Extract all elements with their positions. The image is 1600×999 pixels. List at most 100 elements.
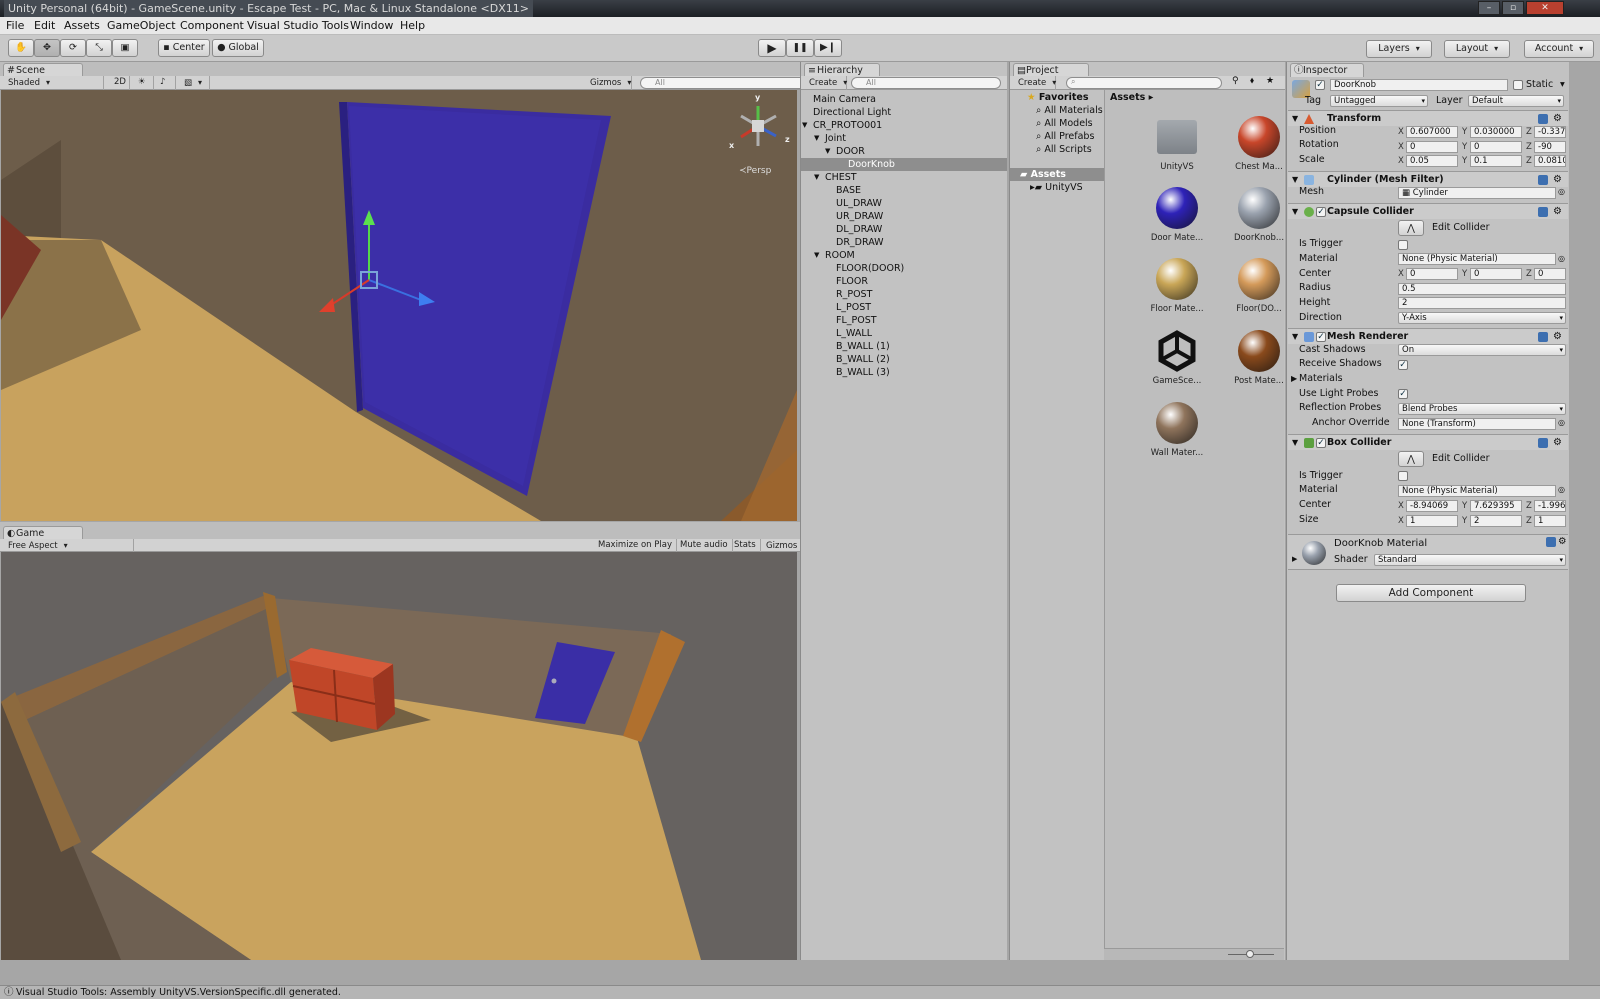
capsule-center-x-field[interactable]: 0 bbox=[1406, 268, 1458, 280]
rotation-z-field[interactable]: -90 bbox=[1534, 141, 1566, 153]
close-button[interactable]: ✕ bbox=[1526, 1, 1564, 15]
asset-chest-material[interactable]: Chest Ma... bbox=[1224, 116, 1294, 172]
active-checkbox[interactable]: ✓ bbox=[1315, 80, 1325, 90]
rotate-tool-button[interactable]: ⟳ bbox=[60, 39, 86, 57]
mesh-filter-component-header[interactable]: ▼ Cylinder (Mesh Filter) ⚙ bbox=[1288, 171, 1568, 187]
menu-gameobject[interactable]: GameObject bbox=[107, 17, 176, 35]
object-picker-icon[interactable]: ◎ bbox=[1558, 483, 1565, 496]
favorite-all-prefabs[interactable]: ⌕ All Prefabs bbox=[1036, 130, 1094, 143]
use-light-probes-checkbox[interactable]: ✓ bbox=[1398, 389, 1408, 399]
pivot-global-button[interactable]: ● Global bbox=[212, 39, 264, 57]
menu-component[interactable]: Component bbox=[180, 17, 244, 35]
capsule-center-z-field[interactable]: 0 bbox=[1534, 268, 1566, 280]
layout-dropdown[interactable]: Layout bbox=[1444, 40, 1510, 58]
hierarchy-item-dr-draw[interactable]: DR_DRAW bbox=[836, 236, 884, 249]
capsule-center-y-field[interactable]: 0 bbox=[1470, 268, 1522, 280]
gear-icon[interactable]: ⚙ bbox=[1553, 111, 1562, 127]
rotation-x-field[interactable]: 0 bbox=[1406, 141, 1458, 153]
fold-arrow-icon[interactable]: ▶ bbox=[1292, 553, 1297, 566]
persp-label[interactable]: ≺Persp bbox=[739, 166, 771, 176]
shader-dropdown[interactable]: Standard bbox=[1374, 554, 1566, 566]
hierarchy-item-fl-post[interactable]: FL_POST bbox=[836, 314, 877, 327]
pause-button[interactable]: ❚❚ bbox=[786, 39, 814, 57]
hierarchy-item-doorknob[interactable]: DoorKnob bbox=[848, 158, 895, 171]
hierarchy-item-ur-draw[interactable]: UR_DRAW bbox=[836, 210, 883, 223]
box-collider-component-header[interactable]: ▼ ✓ Box Collider ⚙ bbox=[1288, 434, 1568, 450]
help-icon[interactable] bbox=[1538, 332, 1548, 342]
box-is-trigger-checkbox[interactable] bbox=[1398, 471, 1408, 481]
position-y-field[interactable]: 0.030000 bbox=[1470, 126, 1522, 138]
capsule-collider-component-header[interactable]: ▼ ✓ Capsule Collider ⚙ bbox=[1288, 203, 1568, 219]
hierarchy-item-floor-door[interactable]: FLOOR(DOOR) bbox=[836, 262, 904, 275]
menu-file[interactable]: File bbox=[6, 17, 24, 35]
project-search-input[interactable]: ⌕ bbox=[1066, 77, 1222, 89]
box-material-field[interactable]: None (Physic Material) bbox=[1398, 485, 1556, 497]
project-folder-assets[interactable]: ▰ Assets bbox=[1020, 168, 1066, 181]
aspect-dropdown[interactable]: Free Aspect bbox=[4, 539, 134, 553]
gameobject-name-field[interactable]: DoorKnob bbox=[1330, 79, 1508, 91]
add-component-button[interactable]: Add Component bbox=[1336, 584, 1526, 602]
hierarchy-item-room[interactable]: ROOM bbox=[814, 249, 855, 262]
help-icon[interactable] bbox=[1538, 207, 1548, 217]
capsule-is-trigger-checkbox[interactable] bbox=[1398, 240, 1408, 250]
tag-dropdown[interactable]: Untagged bbox=[1330, 95, 1428, 107]
hierarchy-item-ul-draw[interactable]: UL_DRAW bbox=[836, 197, 882, 210]
gear-icon[interactable]: ⚙ bbox=[1553, 329, 1562, 345]
help-icon[interactable] bbox=[1538, 114, 1548, 124]
box-center-y-field[interactable]: 7.629395 bbox=[1470, 500, 1522, 512]
filter-label-icon[interactable]: ⬧ bbox=[1250, 76, 1254, 86]
menu-edit[interactable]: Edit bbox=[34, 17, 55, 35]
reflection-probes-dropdown[interactable]: Blend Probes bbox=[1398, 403, 1566, 415]
hierarchy-item-base[interactable]: BASE bbox=[836, 184, 861, 197]
tab-scene[interactable]: # Scene bbox=[3, 63, 83, 77]
hierarchy-item-cr-proto001[interactable]: CR_PROTO001 bbox=[802, 119, 882, 132]
tab-project[interactable]: ▤ Project bbox=[1013, 63, 1089, 77]
layer-dropdown[interactable]: Default bbox=[1468, 95, 1564, 107]
scale-y-field[interactable]: 0.1 bbox=[1470, 155, 1522, 167]
project-folder-unityvs[interactable]: ▸▰ UnityVS bbox=[1030, 181, 1083, 194]
hierarchy-item-b-wall-2[interactable]: B_WALL (2) bbox=[836, 353, 890, 366]
asset-doorknob-material[interactable]: DoorKnob... bbox=[1224, 187, 1294, 243]
scale-tool-button[interactable]: ⤡ bbox=[86, 39, 112, 57]
tab-game[interactable]: ◐ Game bbox=[3, 526, 83, 540]
cast-shadows-dropdown[interactable]: On bbox=[1398, 344, 1566, 356]
asset-wall-material[interactable]: Wall Mater... bbox=[1142, 402, 1212, 458]
position-z-field[interactable]: -0.33783 bbox=[1534, 126, 1566, 138]
2d-toggle[interactable]: 2D bbox=[110, 76, 130, 90]
move-tool-button[interactable]: ✥ bbox=[34, 39, 60, 57]
mesh-renderer-component-header[interactable]: ▼ ✓ Mesh Renderer ⚙ bbox=[1288, 328, 1568, 344]
help-icon[interactable] bbox=[1546, 537, 1556, 547]
hierarchy-item-r-post[interactable]: R_POST bbox=[836, 288, 872, 301]
box-size-y-field[interactable]: 2 bbox=[1470, 515, 1522, 527]
static-dropdown[interactable]: ▾ bbox=[1560, 78, 1565, 91]
box-center-z-field[interactable]: -1.99675 bbox=[1534, 500, 1566, 512]
mesh-field[interactable]: ▦ Cylinder bbox=[1398, 187, 1556, 199]
scene-search-input[interactable]: All bbox=[640, 77, 808, 89]
asset-unityvs-folder[interactable]: UnityVS bbox=[1142, 116, 1212, 172]
anchor-override-field[interactable]: None (Transform) bbox=[1398, 418, 1556, 430]
status-message[interactable]: Visual Studio Tools: Assembly UnityVS.Ve… bbox=[16, 986, 341, 999]
audio-toggle[interactable]: ♪ bbox=[156, 76, 176, 90]
help-icon[interactable] bbox=[1538, 175, 1548, 185]
maximize-on-play-toggle[interactable]: Maximize on Play bbox=[594, 539, 677, 553]
play-button[interactable]: ▶ bbox=[758, 39, 786, 57]
rect-tool-button[interactable]: ▣ bbox=[112, 39, 138, 57]
icon-size-slider-handle[interactable] bbox=[1246, 950, 1254, 958]
box-size-z-field[interactable]: 1 bbox=[1534, 515, 1566, 527]
project-breadcrumb[interactable]: Assets ▸ bbox=[1110, 91, 1153, 104]
effects-dropdown[interactable]: ▧ bbox=[180, 76, 210, 90]
favorite-all-scripts[interactable]: ⌕ All Scripts bbox=[1036, 143, 1092, 156]
game-view[interactable] bbox=[1, 552, 797, 960]
box-edit-collider-button[interactable]: ⋀ bbox=[1398, 451, 1424, 467]
capsule-edit-collider-button[interactable]: ⋀ bbox=[1398, 220, 1424, 236]
hierarchy-search-input[interactable]: All bbox=[851, 77, 1001, 89]
static-checkbox[interactable] bbox=[1513, 80, 1523, 90]
box-center-x-field[interactable]: -8.94069 bbox=[1406, 500, 1458, 512]
hierarchy-create-dropdown[interactable]: Create bbox=[805, 76, 847, 90]
gear-icon[interactable]: ⚙ bbox=[1553, 204, 1562, 220]
project-create-dropdown[interactable]: Create bbox=[1014, 76, 1056, 90]
capsule-enabled-checkbox[interactable]: ✓ bbox=[1316, 207, 1326, 217]
box-enabled-checkbox[interactable]: ✓ bbox=[1316, 438, 1326, 448]
tab-inspector[interactable]: ⓘ Inspector bbox=[1290, 63, 1364, 77]
stats-toggle[interactable]: Stats bbox=[730, 539, 761, 553]
